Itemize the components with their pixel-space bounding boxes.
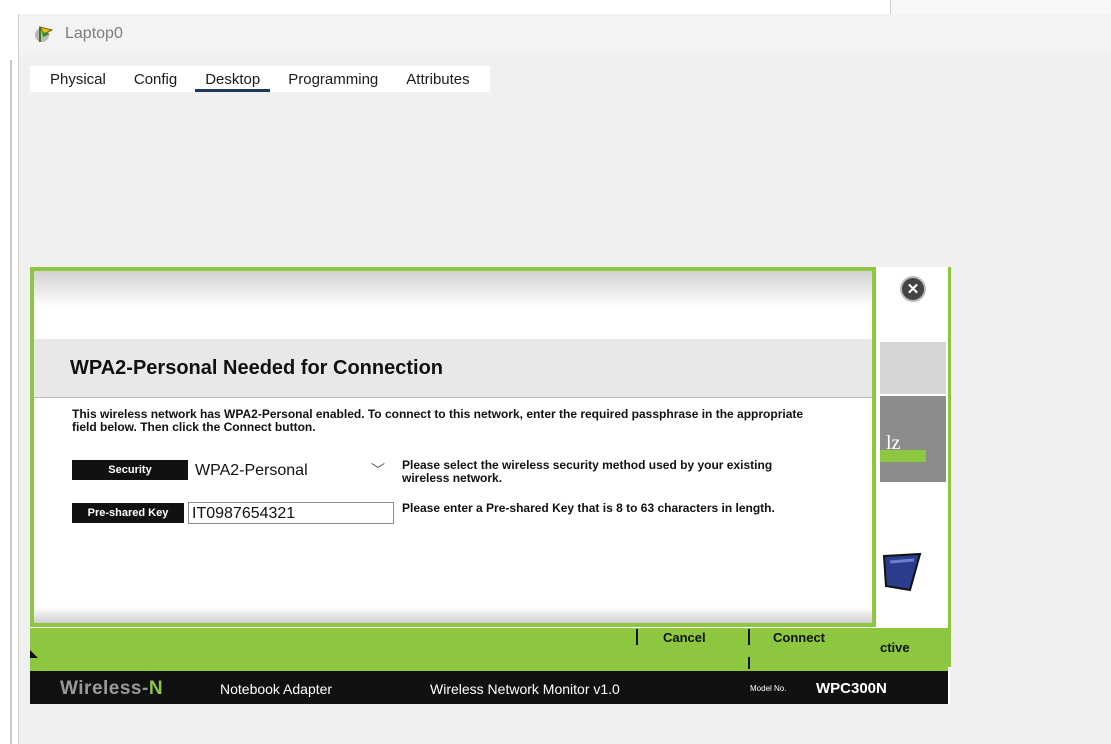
psk-hint: Please enter a Pre-shared Key that is 8 … [402,501,775,515]
model-name: WPC300N [816,680,887,697]
monitor-footer: Wireless-N Notebook Adapter Wireless Net… [30,671,948,704]
dialog-divider [34,607,872,623]
tab-config[interactable]: Config [120,66,191,92]
tab-desktop[interactable]: Desktop [191,66,274,92]
monitor-gray-band [880,342,946,394]
chevron-down-icon: ﹀ [371,462,385,478]
button-separator [636,629,638,645]
logo-n-text: N [148,678,164,699]
laptop-app-icon [35,26,54,42]
corner-mark [30,650,38,658]
desc-text-1: This wireless network has WPA2-Personal … [72,407,804,434]
button-separator [748,657,750,669]
monitor-active-text: ctive [880,640,910,655]
dialog-title: WPA2-Personal Needed for Connection [70,357,444,379]
left-edge [0,0,18,744]
psk-label: Pre-shared Key [72,503,184,523]
close-icon[interactable]: ✕ [902,278,924,300]
tab-attributes[interactable]: Attributes [392,66,483,92]
tab-physical[interactable]: Physical [36,66,120,92]
dialog-description: This wireless network has WPA2-Personal … [72,408,812,434]
security-select[interactable]: WPA2-Personal ﹀ [188,459,392,481]
model-no-label: Model No. [750,684,787,693]
window-title: Laptop0 [65,25,123,42]
app-name: Wireless Network Monitor v1.0 [430,681,620,697]
desc-connect-emphasis: Connect [223,420,272,434]
tab-bar: Physical Config Desktop Programming Attr… [30,66,490,92]
monitor-signal-bar [880,450,926,462]
connect-button[interactable]: Connect [773,630,825,645]
wpa2-dialog: WPA2-Personal Needed for Connection This… [30,267,876,627]
security-label: Security [72,460,188,480]
cancel-button[interactable]: Cancel [663,630,706,645]
logo-main-text: Wireless- [60,678,149,699]
product-name: Notebook Adapter [220,681,333,697]
adapter-icon [882,552,922,592]
left-edge-line [10,60,12,744]
tab-programming[interactable]: Programming [274,66,392,92]
wireless-n-logo: Wireless-N [60,678,163,700]
dialog-top-shade [34,271,872,307]
security-hint: Please select the wireless security meth… [402,458,773,485]
button-separator [748,629,750,645]
security-select-value: WPA2-Personal [195,462,308,479]
window-titlebar: Laptop0 [18,14,1111,54]
dialog-header: WPA2-Personal Needed for Connection [34,339,872,398]
desc-text-2: button. [271,420,316,434]
psk-input[interactable] [188,502,394,524]
